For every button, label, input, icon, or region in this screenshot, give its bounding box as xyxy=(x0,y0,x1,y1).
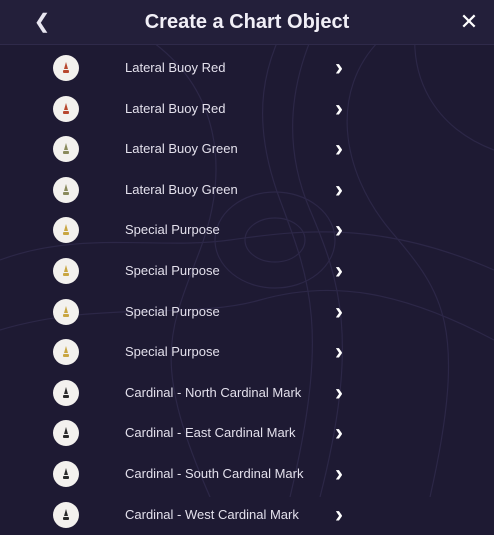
list-item[interactable]: Cardinal - North Cardinal Mark › xyxy=(0,373,494,414)
lateral-buoy-red-icon xyxy=(53,95,79,122)
special-purpose-icon xyxy=(53,257,79,284)
cardinal-south-icon xyxy=(53,460,79,487)
list-item[interactable]: Special Purpose › xyxy=(0,332,494,373)
list-item[interactable]: Cardinal - West Cardinal Mark › xyxy=(0,495,494,535)
chevron-right-icon: › xyxy=(335,500,343,528)
special-purpose-icon xyxy=(53,298,79,325)
list-item-label: Special Purpose xyxy=(125,303,220,319)
header-bar: ❮ Create a Chart Object ✕ xyxy=(0,0,494,45)
chevron-right-icon: › xyxy=(335,338,343,366)
lateral-buoy-green-icon xyxy=(53,176,79,203)
close-button[interactable]: ✕ xyxy=(455,8,483,36)
page-title: Create a Chart Object xyxy=(144,11,350,33)
chevron-right-icon: › xyxy=(335,297,343,325)
special-purpose-icon xyxy=(53,217,79,244)
list-item-label: Special Purpose xyxy=(125,344,220,360)
list-item[interactable]: Lateral Buoy Green › xyxy=(0,129,494,170)
cardinal-west-icon xyxy=(53,501,79,528)
list-item-label: Lateral Buoy Red xyxy=(125,60,226,75)
cardinal-east-icon xyxy=(53,420,79,447)
chevron-right-icon: › xyxy=(335,459,343,487)
list-item[interactable]: Special Purpose › xyxy=(0,251,494,292)
close-icon: ✕ xyxy=(459,9,479,34)
chevron-right-icon: › xyxy=(335,135,343,163)
list-item-label: Lateral Buoy Green xyxy=(125,141,238,157)
list-item-label: Cardinal - South Cardinal Mark xyxy=(125,465,304,481)
list-item[interactable]: Lateral Buoy Red › xyxy=(0,48,494,89)
list-item-label: Cardinal - East Cardinal Mark xyxy=(125,425,296,441)
list-item[interactable]: Lateral Buoy Red › xyxy=(0,89,494,130)
list-item[interactable]: Special Purpose › xyxy=(0,210,494,251)
list-item[interactable]: Special Purpose › xyxy=(0,292,494,333)
lateral-buoy-green-icon xyxy=(53,136,79,163)
list-item-label: Cardinal - West Cardinal Mark xyxy=(125,506,299,522)
list-item-label: Special Purpose xyxy=(125,262,220,278)
chevron-right-icon: › xyxy=(335,175,343,203)
list-item-label: Lateral Buoy Red xyxy=(125,100,226,116)
chevron-right-icon: › xyxy=(335,216,343,244)
list-item-label: Lateral Buoy Green xyxy=(125,181,238,197)
cardinal-north-icon xyxy=(53,379,79,406)
list-item[interactable]: Cardinal - South Cardinal Mark › xyxy=(0,454,494,495)
chevron-right-icon: › xyxy=(335,419,343,447)
list-item-label: Cardinal - North Cardinal Mark xyxy=(125,384,302,400)
chevron-right-icon: › xyxy=(335,378,343,406)
lateral-buoy-red-icon xyxy=(53,55,79,81)
list-item[interactable]: Cardinal - East Cardinal Mark › xyxy=(0,413,494,454)
list-item-label: Special Purpose xyxy=(125,222,220,238)
chart-object-list: Lateral Buoy Red › Lateral Buoy Red › Latera… xyxy=(0,48,494,535)
list-item[interactable]: Lateral Buoy Green › xyxy=(0,170,494,211)
chevron-right-icon: › xyxy=(335,256,343,284)
chevron-right-icon: › xyxy=(335,54,343,81)
special-purpose-icon xyxy=(53,339,79,366)
chevron-right-icon: › xyxy=(335,94,343,122)
